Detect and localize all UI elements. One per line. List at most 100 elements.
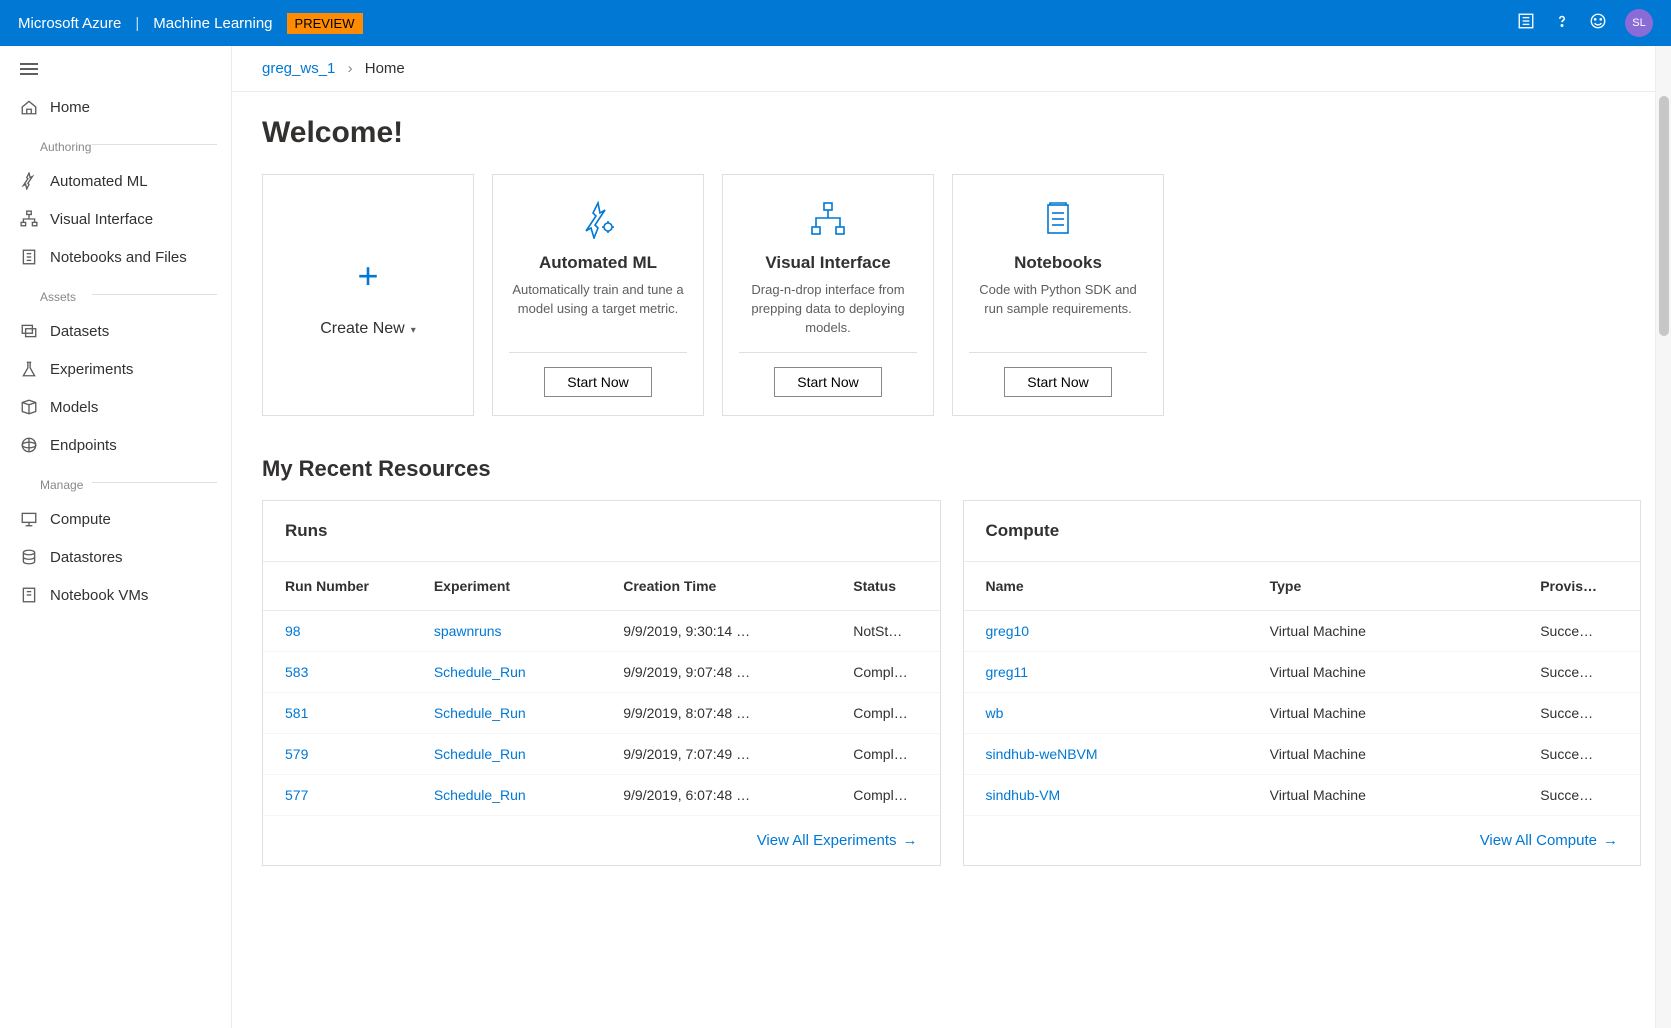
experiment-link[interactable]: spawnruns xyxy=(434,623,502,639)
arrow-right-icon: → xyxy=(903,832,918,849)
page-title: Welcome! xyxy=(262,116,1641,150)
experiment-link[interactable]: Schedule_Run xyxy=(434,746,526,762)
start-now-button[interactable]: Start Now xyxy=(774,367,881,397)
card-notebooks: Notebooks Code with Python SDK and run s… xyxy=(952,174,1164,416)
compute-prov-cell: Succe… xyxy=(1518,733,1640,774)
product-label[interactable]: Machine Learning xyxy=(153,15,272,32)
experiment-link[interactable]: Schedule_Run xyxy=(434,787,526,803)
compute-name-link[interactable]: wb xyxy=(986,705,1004,721)
brand-label[interactable]: Microsoft Azure xyxy=(18,15,121,32)
automl-icon xyxy=(578,199,618,239)
compute-prov-cell: Succe… xyxy=(1518,692,1640,733)
card-title: Visual Interface xyxy=(765,253,890,273)
run-number-cell: 583 xyxy=(263,651,412,692)
card-title: Automated ML xyxy=(539,253,657,273)
creation-time-cell: 9/9/2019, 9:30:14 … xyxy=(601,610,831,651)
run-number-link[interactable]: 583 xyxy=(285,664,308,680)
scrollbar[interactable] xyxy=(1655,46,1671,1028)
sidebar-item-label: Visual Interface xyxy=(50,211,153,228)
compute-name-cell: greg11 xyxy=(964,651,1248,692)
recent-heading: My Recent Resources xyxy=(262,456,1641,482)
col-type[interactable]: Type xyxy=(1248,562,1519,611)
run-number-link[interactable]: 579 xyxy=(285,746,308,762)
experiment-cell: Schedule_Run xyxy=(412,774,601,815)
card-desc: Automatically train and tune a model usi… xyxy=(509,281,687,353)
run-number-link[interactable]: 577 xyxy=(285,787,308,803)
visual-icon xyxy=(20,210,38,228)
card-create-new[interactable]: + Create New▾ xyxy=(262,174,474,416)
sidebar-item-datastores[interactable]: Datastores xyxy=(0,538,231,576)
sidebar: Home Authoring Automated ML Visual Inter… xyxy=(0,46,232,1028)
compute-name-cell: wb xyxy=(964,692,1248,733)
compute-icon xyxy=(20,510,38,528)
compute-prov-cell: Succe… xyxy=(1518,774,1640,815)
sidebar-item-notebookvms[interactable]: Notebook VMs xyxy=(0,576,231,614)
creation-time-cell: 9/9/2019, 7:07:49 … xyxy=(601,733,831,774)
compute-type-cell: Virtual Machine xyxy=(1248,692,1519,733)
creation-time-cell: 9/9/2019, 6:07:48 … xyxy=(601,774,831,815)
sidebar-item-home[interactable]: Home xyxy=(0,88,231,126)
chevron-right-icon: › xyxy=(348,60,353,77)
compute-name-cell: sindhub-weNBVM xyxy=(964,733,1248,774)
sidebar-section-assets: Assets xyxy=(0,276,231,312)
main: greg_ws_1 › Home Welcome! + Create New▾ … xyxy=(232,46,1671,1028)
sidebar-item-label: Datasets xyxy=(50,323,109,340)
table-row: sindhub-VM Virtual Machine Succe… xyxy=(964,774,1641,815)
col-creation-time[interactable]: Creation Time xyxy=(601,562,831,611)
home-icon xyxy=(20,98,38,116)
sidebar-item-notebooks-files[interactable]: Notebooks and Files xyxy=(0,238,231,276)
feedback-icon[interactable] xyxy=(1589,12,1607,35)
start-now-button[interactable]: Start Now xyxy=(1004,367,1111,397)
col-name[interactable]: Name xyxy=(964,562,1248,611)
col-provisioning[interactable]: Provis… xyxy=(1518,562,1640,611)
notebook-icon xyxy=(20,248,38,266)
sidebar-item-datasets[interactable]: Datasets xyxy=(0,312,231,350)
notebook-icon xyxy=(1038,199,1078,239)
experiment-link[interactable]: Schedule_Run xyxy=(434,664,526,680)
sidebar-item-label: Experiments xyxy=(50,361,133,378)
view-all-compute-link[interactable]: View All Compute→ xyxy=(1480,832,1618,849)
experiments-icon xyxy=(20,360,38,378)
sidebar-item-automl[interactable]: Automated ML xyxy=(0,162,231,200)
breadcrumb-workspace[interactable]: greg_ws_1 xyxy=(262,60,335,77)
compute-name-link[interactable]: greg10 xyxy=(986,623,1030,639)
help-icon[interactable] xyxy=(1553,12,1571,35)
hamburger-icon[interactable] xyxy=(0,56,231,88)
sidebar-item-visual[interactable]: Visual Interface xyxy=(0,200,231,238)
sidebar-item-label: Endpoints xyxy=(50,437,117,454)
status-cell: Compl… xyxy=(831,692,939,733)
run-number-cell: 98 xyxy=(263,610,412,651)
view-all-experiments-link[interactable]: View All Experiments→ xyxy=(757,832,918,849)
preview-badge: PREVIEW xyxy=(287,13,363,34)
card-title: Notebooks xyxy=(1014,253,1102,273)
sidebar-item-label: Home xyxy=(50,99,90,116)
compute-name-cell: sindhub-VM xyxy=(964,774,1248,815)
compute-name-link[interactable]: sindhub-weNBVM xyxy=(986,746,1098,762)
create-new-label: Create New▾ xyxy=(320,320,416,338)
sidebar-item-compute[interactable]: Compute xyxy=(0,500,231,538)
sidebar-item-endpoints[interactable]: Endpoints xyxy=(0,426,231,464)
run-number-link[interactable]: 98 xyxy=(285,623,301,639)
table-row: 581 Schedule_Run 9/9/2019, 8:07:48 … Com… xyxy=(263,692,940,733)
compute-name-cell: greg10 xyxy=(964,610,1248,651)
sidebar-item-models[interactable]: Models xyxy=(0,388,231,426)
col-run-number[interactable]: Run Number xyxy=(263,562,412,611)
col-experiment[interactable]: Experiment xyxy=(412,562,601,611)
experiment-cell: Schedule_Run xyxy=(412,733,601,774)
reader-icon[interactable] xyxy=(1517,12,1535,35)
endpoints-icon xyxy=(20,436,38,454)
panel-compute: Compute Name Type Provis… greg10 Virtual… xyxy=(963,500,1642,866)
compute-table: Name Type Provis… greg10 Virtual Machine… xyxy=(964,562,1641,816)
sidebar-item-experiments[interactable]: Experiments xyxy=(0,350,231,388)
sidebar-item-label: Notebooks and Files xyxy=(50,249,187,266)
experiment-link[interactable]: Schedule_Run xyxy=(434,705,526,721)
run-number-link[interactable]: 581 xyxy=(285,705,308,721)
run-number-cell: 579 xyxy=(263,733,412,774)
compute-name-link[interactable]: sindhub-VM xyxy=(986,787,1061,803)
notebookvms-icon xyxy=(20,586,38,604)
compute-name-link[interactable]: greg11 xyxy=(986,664,1029,680)
start-now-button[interactable]: Start Now xyxy=(544,367,651,397)
models-icon xyxy=(20,398,38,416)
avatar[interactable]: SL xyxy=(1625,9,1653,37)
col-status[interactable]: Status xyxy=(831,562,939,611)
